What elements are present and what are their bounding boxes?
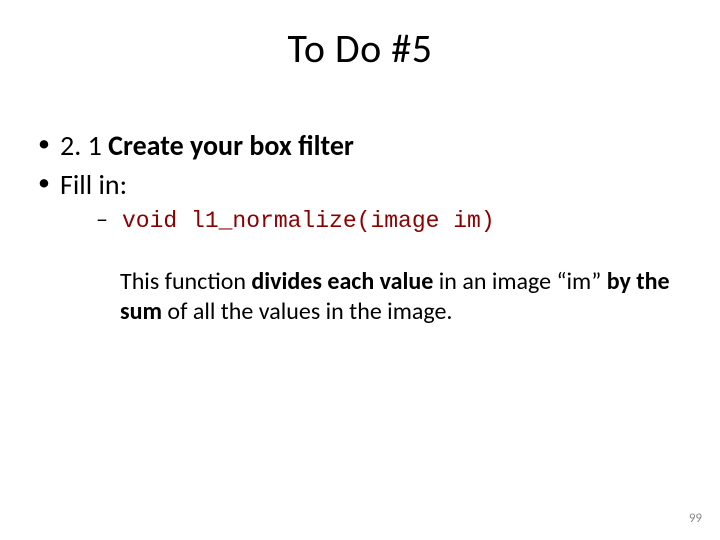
sub-bullet-code: void l1_normalize(image im) xyxy=(60,204,680,237)
bullet-1-bold: Create your box filter xyxy=(108,128,354,163)
bullet-list: 2. 1 Create your box filter Fill in: voi… xyxy=(34,128,680,327)
bullet-item-2: Fill in: void l1_normalize(image im) Thi… xyxy=(34,167,680,327)
slide-body: 2. 1 Create your box filter Fill in: voi… xyxy=(34,128,680,331)
bullet-2-text: Fill in: xyxy=(60,167,127,202)
para-t3: in an image “im” xyxy=(433,267,606,296)
bullet-item-1: 2. 1 Create your box filter xyxy=(34,128,680,163)
code-text: void l1_normalize(image im) xyxy=(122,208,495,234)
page-number: 99 xyxy=(689,511,702,526)
para-t5: of all the values in the image. xyxy=(162,297,452,326)
para-t1: This function xyxy=(120,267,251,296)
description-paragraph: This function divides each value in an i… xyxy=(60,267,680,327)
sub-bullet-list: void l1_normalize(image im) xyxy=(60,204,680,237)
slide-title: To Do #5 xyxy=(0,24,720,73)
slide: To Do #5 2. 1 Create your box filter Fil… xyxy=(0,0,720,540)
para-t2-bold: divides each value xyxy=(251,267,433,296)
bullet-1-prefix: 2. 1 xyxy=(60,128,108,163)
